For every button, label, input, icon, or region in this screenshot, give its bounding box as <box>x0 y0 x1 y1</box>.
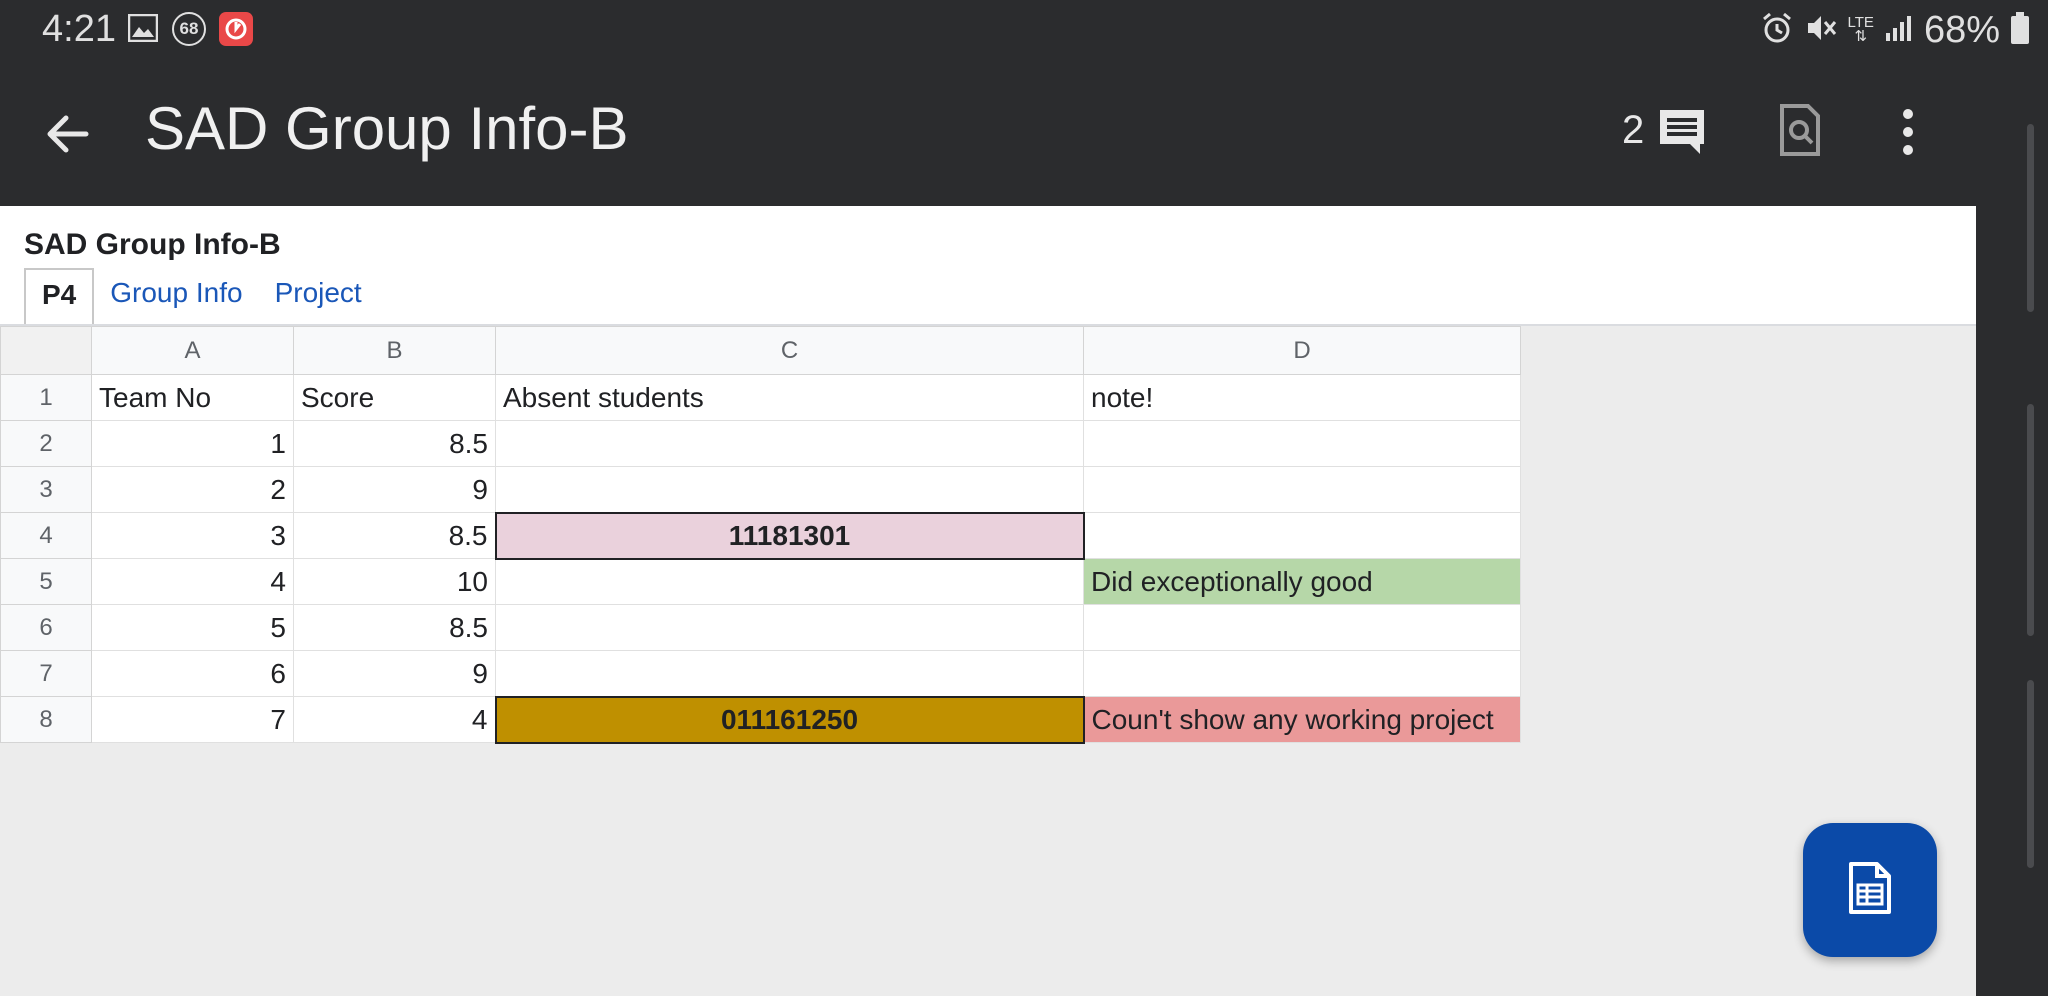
column-header-a[interactable]: A <box>91 326 294 375</box>
tab-project[interactable]: Project <box>259 268 378 324</box>
row-header[interactable]: 6 <box>0 604 92 651</box>
row-header[interactable]: 4 <box>0 512 92 559</box>
cell-b8[interactable]: 4 <box>293 696 496 743</box>
row-header[interactable]: 3 <box>0 466 92 513</box>
cell-a5[interactable]: 4 <box>91 558 294 605</box>
comment-count[interactable]: 2 <box>1622 108 1644 153</box>
find-in-page-icon[interactable] <box>1778 102 1822 163</box>
app-bar: SAD Group Info-B 2 <box>0 58 1976 206</box>
edge-handle-top[interactable] <box>2027 124 2034 312</box>
sheet-tabs: P4 Group Info Project <box>24 268 378 324</box>
app-title: SAD Group Info-B <box>145 95 629 162</box>
cell-a3[interactable]: 2 <box>91 466 294 513</box>
cell-c8[interactable]: 011161250 <box>494 695 1085 744</box>
table-row: 4 3 8.5 11181301 <box>0 511 1521 560</box>
tab-group-info[interactable]: Group Info <box>94 268 258 324</box>
cell-d6[interactable] <box>1083 604 1521 651</box>
cell-a6[interactable]: 5 <box>91 604 294 651</box>
cell-c5[interactable] <box>495 558 1084 605</box>
row-header[interactable]: 5 <box>0 558 92 605</box>
row-header[interactable]: 8 <box>0 696 92 743</box>
more-vert-icon[interactable] <box>1900 106 1916 163</box>
cell-b4[interactable]: 8.5 <box>293 512 496 559</box>
table-row: 1 Team No Score Absent students note! <box>0 374 1521 421</box>
app-alert-icon <box>219 12 253 46</box>
tab-p4[interactable]: P4 <box>24 268 95 324</box>
cell-a7[interactable]: 6 <box>91 650 294 697</box>
cell-b2[interactable]: 8.5 <box>293 420 496 467</box>
cell-d5[interactable]: Did exceptionally good <box>1083 558 1521 605</box>
image-icon <box>127 13 159 47</box>
cell-a1[interactable]: Team No <box>91 374 294 421</box>
cell-d3[interactable] <box>1083 466 1521 513</box>
column-header-b[interactable]: B <box>293 326 496 375</box>
signal-icon <box>1884 13 1914 48</box>
column-header-c[interactable]: C <box>495 326 1084 375</box>
edge-handle-middle[interactable] <box>2027 404 2034 636</box>
cell-d7[interactable] <box>1083 650 1521 697</box>
edge-handle-bottom[interactable] <box>2027 680 2034 868</box>
status-icons-right: LTE ⇅ 68% <box>1760 8 2030 52</box>
row-header[interactable]: 2 <box>0 420 92 467</box>
open-in-sheets-button[interactable] <box>1803 823 1937 957</box>
table-row: 8 7 4 011161250 Coun't show any working … <box>0 695 1521 744</box>
back-arrow-icon[interactable] <box>40 106 96 162</box>
battery-icon <box>2010 11 2030 50</box>
lte-label: LTE <box>1847 14 1874 31</box>
grid-area: A B C D 1 Team No Score Absent students … <box>0 326 1976 996</box>
sheets-icon <box>1848 861 1892 920</box>
mute-icon <box>1804 11 1838 50</box>
cell-c1[interactable]: Absent students <box>495 374 1084 421</box>
cell-c3[interactable] <box>495 466 1084 513</box>
row-header[interactable]: 7 <box>0 650 92 697</box>
column-header-d[interactable]: D <box>1083 326 1521 375</box>
cell-a2[interactable]: 1 <box>91 420 294 467</box>
sheet-header: SAD Group Info-B P4 Group Info Project <box>0 206 1976 326</box>
cell-c6[interactable] <box>495 604 1084 651</box>
document-title: SAD Group Info-B <box>24 228 281 261</box>
table-row: 3 2 9 <box>0 466 1521 513</box>
cell-d8[interactable]: Coun't show any working project <box>1083 696 1521 743</box>
cell-a8[interactable]: 7 <box>91 696 294 743</box>
cell-b6[interactable]: 8.5 <box>293 604 496 651</box>
spreadsheet-grid: A B C D 1 Team No Score Absent students … <box>0 326 1521 744</box>
table-row: 6 5 8.5 <box>0 604 1521 651</box>
row-header[interactable]: 1 <box>0 374 92 421</box>
cell-c7[interactable] <box>495 650 1084 697</box>
cell-b7[interactable]: 9 <box>293 650 496 697</box>
lte-icon: LTE ⇅ <box>1847 14 1874 45</box>
notification-count-icon: 68 <box>172 12 206 46</box>
grid-corner[interactable] <box>0 326 92 375</box>
status-time: 4:21 <box>42 8 116 50</box>
cell-b3[interactable]: 9 <box>293 466 496 513</box>
cell-d1[interactable]: note! <box>1083 374 1521 421</box>
cell-d4[interactable] <box>1083 512 1521 559</box>
cell-c4[interactable]: 11181301 <box>494 511 1085 560</box>
cell-a4[interactable]: 3 <box>91 512 294 559</box>
cell-b5[interactable]: 10 <box>293 558 496 605</box>
cell-d2[interactable] <box>1083 420 1521 467</box>
alarm-icon <box>1760 11 1794 50</box>
battery-percent: 68% <box>1923 8 2000 51</box>
comment-icon[interactable] <box>1656 106 1708 163</box>
cell-b1[interactable]: Score <box>293 374 496 421</box>
table-row: 2 1 8.5 <box>0 420 1521 467</box>
status-bar: 4:21 68 LTE ⇅ 68% <box>0 0 2048 58</box>
cell-c2[interactable] <box>495 420 1084 467</box>
edge-panel <box>1976 58 2048 996</box>
table-row: 5 4 10 Did exceptionally good <box>0 558 1521 605</box>
table-row: 7 6 9 <box>0 650 1521 697</box>
